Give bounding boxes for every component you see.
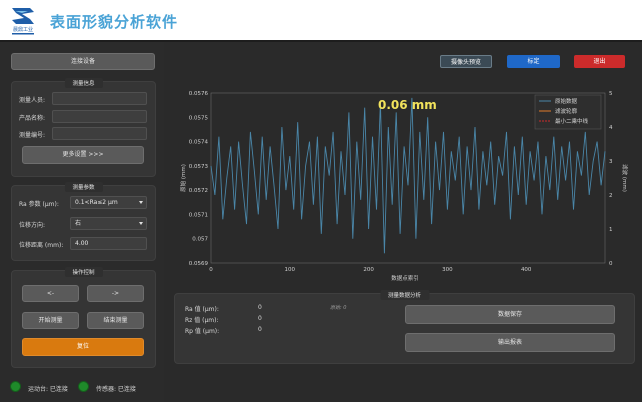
y2-tick-label: 2 bbox=[609, 193, 613, 199]
rp-result-label: Rp 值 (μm): bbox=[185, 328, 220, 335]
legend-lsq: 最小二乘中线 bbox=[555, 117, 589, 125]
start-measure-button[interactable]: 开始测量 bbox=[22, 312, 79, 329]
exit-button[interactable]: 退出 bbox=[574, 55, 625, 68]
x-tick-label: 100 bbox=[285, 267, 296, 273]
operator-input[interactable] bbox=[52, 92, 147, 105]
more-settings-button[interactable]: 更多设置 >>> bbox=[22, 146, 144, 164]
y2-tick-label: 5 bbox=[609, 91, 613, 97]
app-title: 表面形貌分析软件 bbox=[50, 13, 179, 31]
reset-button[interactable]: 复位 bbox=[22, 338, 144, 356]
measure-id-input[interactable] bbox=[52, 127, 147, 140]
x-tick-label: 0 bbox=[209, 267, 213, 273]
ra-result-label: Ra 值 (μm): bbox=[185, 306, 219, 313]
chevron-down-icon bbox=[139, 201, 143, 204]
y-tick-label: 0.0571 bbox=[189, 212, 208, 218]
x-tick-label: 400 bbox=[521, 267, 532, 273]
calibrate-button[interactable]: 标定 bbox=[507, 55, 560, 68]
rz-result-value: 0 bbox=[258, 315, 262, 322]
legend-filtered: 滤波轮廓 bbox=[555, 107, 578, 115]
profile-chart-svg: 0.0569 0.057 0.0571 0.0572 0.0573 0.0574 0.057… bbox=[179, 91, 629, 282]
distance-input[interactable]: 4.00 bbox=[70, 237, 147, 250]
y-tick-label: 0.057 bbox=[192, 237, 208, 243]
ra-param-value: 0.1<Ra≤2 μm bbox=[75, 199, 118, 206]
operator-label: 测量人员: bbox=[19, 97, 46, 104]
ra-result-value: 0 bbox=[258, 304, 262, 311]
measure-params-title: 测量参数 bbox=[64, 182, 103, 192]
direction-select[interactable]: 右 bbox=[70, 217, 147, 230]
title-bar: 晨鼎工业 表面形貌分析软件 bbox=[0, 0, 642, 42]
y2-tick-label: 4 bbox=[609, 125, 613, 131]
logo-text: 晨鼎工业 bbox=[13, 26, 33, 33]
stage-status-icon bbox=[10, 381, 21, 392]
y-axis-label: 原始 (mm) bbox=[179, 164, 187, 192]
ra-param-label: Ra 参数 (μm): bbox=[19, 201, 59, 208]
camera-preview-button[interactable]: 摄像头预览 bbox=[440, 55, 492, 68]
analysis-title: 测量数据分析 bbox=[379, 290, 430, 300]
rp-result-value: 0 bbox=[258, 326, 262, 333]
chevron-down-icon bbox=[139, 222, 143, 225]
measurement-annotation: 0.06 mm bbox=[378, 98, 437, 112]
legend-raw: 原始数据 bbox=[555, 97, 578, 105]
product-name-input[interactable] bbox=[52, 110, 147, 123]
ra-param-select[interactable]: 0.1<Ra≤2 μm bbox=[70, 196, 147, 209]
stage-status-label: 运动台: 已连接 bbox=[28, 386, 68, 393]
y-tick-label: 0.0572 bbox=[189, 188, 208, 194]
analysis-panel: 测量数据分析 bbox=[174, 290, 635, 364]
y-tick-label: 0.0574 bbox=[189, 140, 209, 146]
chart-legend: 原始数据 滤波轮廓 最小二乘中线 bbox=[534, 94, 602, 130]
stop-measure-button[interactable]: 结束测量 bbox=[87, 312, 144, 329]
measure-info-title: 测量信息 bbox=[64, 78, 103, 88]
profile-chart: 0.0569 0.057 0.0571 0.0572 0.0573 0.0574 0.057… bbox=[172, 78, 635, 286]
y-tick-label: 0.0569 bbox=[189, 261, 209, 267]
y2-tick-label: 1 bbox=[609, 227, 613, 233]
direction-value: 右 bbox=[75, 220, 82, 227]
y-tick-label: 0.0576 bbox=[189, 91, 209, 97]
x-tick-label: 200 bbox=[363, 267, 374, 273]
rz-result-label: Rz 值 (μm): bbox=[185, 317, 219, 324]
direction-label: 位移方向: bbox=[19, 222, 46, 229]
move-left-button[interactable]: <- bbox=[22, 285, 79, 302]
y-tick-label: 0.0575 bbox=[189, 115, 209, 121]
app-logo: 晨鼎工业 bbox=[8, 5, 38, 37]
y2-tick-label: 0 bbox=[609, 261, 613, 267]
sensor-status-label: 传感器: 已连接 bbox=[96, 386, 136, 393]
save-data-button[interactable]: 数据保存 bbox=[405, 305, 615, 324]
move-right-button[interactable]: -> bbox=[87, 285, 144, 302]
product-name-label: 产品名称: bbox=[19, 115, 46, 122]
export-report-button[interactable]: 输出报表 bbox=[405, 333, 615, 352]
connect-device-button[interactable]: 连接设备 bbox=[11, 53, 155, 70]
y2-axis-label: 滤波 (mm) bbox=[621, 164, 629, 192]
measure-id-label: 测量编号: bbox=[19, 132, 46, 139]
operation-title: 操作控制 bbox=[64, 267, 103, 277]
x-tick-label: 300 bbox=[442, 267, 453, 273]
x-axis-label: 数据点索引 bbox=[391, 274, 419, 282]
y-tick-label: 0.0573 bbox=[189, 164, 209, 170]
y2-tick-label: 3 bbox=[609, 159, 613, 165]
distance-label: 位移距离 (mm): bbox=[19, 242, 64, 249]
sensor-status-icon bbox=[78, 381, 89, 392]
raw-count-label: 原始: 0 bbox=[330, 305, 347, 311]
